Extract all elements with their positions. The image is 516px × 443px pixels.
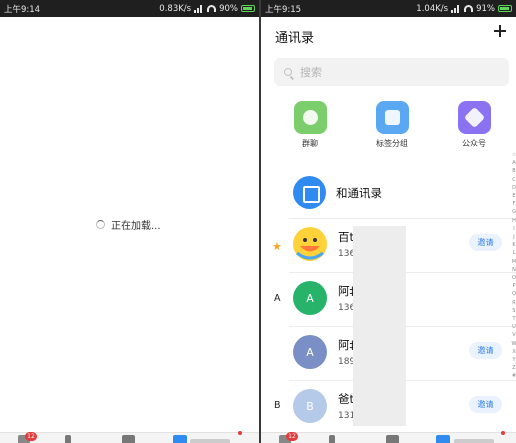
alphabet-letter[interactable]: K (511, 241, 516, 249)
network-speed: 0.83K/s (159, 3, 192, 14)
alphabet-letter[interactable]: D (511, 184, 516, 192)
alphabet-letter[interactable]: T (511, 315, 516, 323)
alphabet-letter[interactable]: X (511, 348, 516, 356)
alphabet-letter[interactable]: C (511, 176, 516, 184)
alphabet-letter[interactable]: M (511, 258, 516, 266)
contact-name: 爸t (338, 392, 355, 406)
official-account-button[interactable]: 公众号 (444, 101, 504, 149)
search-input[interactable]: 搜索 (274, 58, 509, 86)
bottom-tab-bar: 12 (261, 431, 516, 443)
signal-icon (194, 4, 204, 13)
notification-dot (238, 431, 242, 435)
search-placeholder: 搜索 (300, 66, 322, 79)
alphabet-letter[interactable]: J (511, 233, 516, 241)
status-bar: 上午9:15 1.04K/s 91% (261, 0, 516, 17)
tag-group-button[interactable]: 标签分组 (362, 101, 422, 149)
alphabet-index[interactable]: ☆ A B C D E F G H I J K L M N O P Q R S T U V W X Y Z # (511, 151, 516, 381)
featured-label: 和通讯录 (336, 185, 382, 200)
alphabet-letter[interactable]: I (511, 225, 516, 233)
avatar: A (293, 335, 327, 369)
loading-indicator: 正在加载... (96, 217, 161, 232)
alphabet-letter[interactable]: A (511, 159, 516, 167)
left-phone-screen: 上午9:14 0.83K/s 90% 正在加载... 12 (0, 0, 259, 443)
alphabet-letter[interactable]: Q (511, 290, 516, 298)
screenshot-stage: 上午9:14 0.83K/s 90% 正在加载... 12 上午9:15 1.0… (0, 0, 516, 443)
wifi-icon (207, 5, 217, 12)
alphabet-letter[interactable]: N (511, 266, 516, 274)
tab-call-icon[interactable] (329, 435, 335, 443)
quick-action-label: 公众号 (462, 139, 486, 148)
wifi-icon (464, 5, 474, 12)
tab-contacts-icon[interactable] (173, 435, 187, 443)
tab-bar-overlay (454, 439, 494, 443)
invite-button[interactable]: 邀请 (469, 396, 502, 413)
status-time: 上午9:15 (265, 4, 302, 15)
alphabet-letter[interactable]: L (511, 249, 516, 257)
battery-percent: 90% (219, 3, 238, 14)
alphabet-letter[interactable]: R (511, 299, 516, 307)
invite-button[interactable]: 邀请 (469, 234, 502, 251)
quick-action-label: 标签分组 (376, 139, 408, 148)
network-speed: 1.04K/s (416, 3, 449, 14)
alphabet-letter[interactable]: Z (511, 364, 516, 372)
battery-percent: 91% (476, 3, 495, 14)
alphabet-letter[interactable]: P (511, 282, 516, 290)
tab-apps-icon[interactable] (122, 435, 135, 443)
tab-badge: 12 (25, 432, 37, 441)
bottom-tab-bar: 12 (0, 431, 259, 443)
battery-icon (241, 5, 255, 12)
featured-contacts-book[interactable]: 和通讯录 (293, 176, 382, 209)
tag-group-icon (375, 101, 409, 134)
tab-badge: 12 (286, 432, 298, 441)
status-bar: 上午9:14 0.83K/s 90% (0, 0, 259, 17)
alphabet-letter[interactable]: U (511, 323, 516, 331)
spinner-icon (96, 220, 105, 229)
alphabet-letter[interactable]: E (511, 192, 516, 200)
tab-bar-overlay (190, 439, 230, 443)
avatar: A (293, 281, 327, 315)
alphabet-letter[interactable]: H (511, 217, 516, 225)
signal-icon (451, 4, 461, 13)
contacts-book-icon (293, 176, 326, 209)
group-chat-icon (293, 101, 327, 134)
status-time: 上午9:14 (4, 4, 41, 15)
alphabet-letter[interactable]: ☆ (511, 151, 516, 159)
page-title: 通讯录 (275, 31, 315, 46)
tab-call-icon[interactable] (65, 435, 71, 443)
alphabet-letter[interactable]: V (511, 331, 516, 339)
alphabet-letter[interactable]: F (511, 200, 516, 208)
quick-action-label: 群聊 (302, 139, 318, 148)
alphabet-letter[interactable]: G (511, 208, 516, 216)
alphabet-letter[interactable]: S (511, 307, 516, 315)
privacy-mask (353, 226, 406, 426)
alphabet-letter[interactable]: W (511, 340, 516, 348)
tab-contacts-icon[interactable] (436, 435, 450, 443)
notification-dot (501, 431, 505, 435)
official-account-icon (457, 101, 491, 134)
avatar: B (293, 389, 327, 423)
invite-button[interactable]: 邀请 (469, 342, 502, 359)
alphabet-letter[interactable]: B (511, 167, 516, 175)
loading-text: 正在加载... (111, 221, 161, 232)
add-contact-button[interactable] (492, 23, 508, 39)
battery-icon (498, 5, 512, 12)
group-chat-button[interactable]: 群聊 (280, 101, 340, 149)
alphabet-letter[interactable]: O (511, 274, 516, 282)
tab-apps-icon[interactable] (386, 435, 399, 443)
alphabet-letter[interactable]: Y (511, 356, 516, 364)
search-icon (284, 68, 292, 76)
contact-name: 百t (338, 230, 355, 244)
avatar (293, 227, 327, 261)
emoji-avatar-icon (294, 228, 326, 260)
alphabet-letter[interactable]: # (511, 372, 516, 380)
